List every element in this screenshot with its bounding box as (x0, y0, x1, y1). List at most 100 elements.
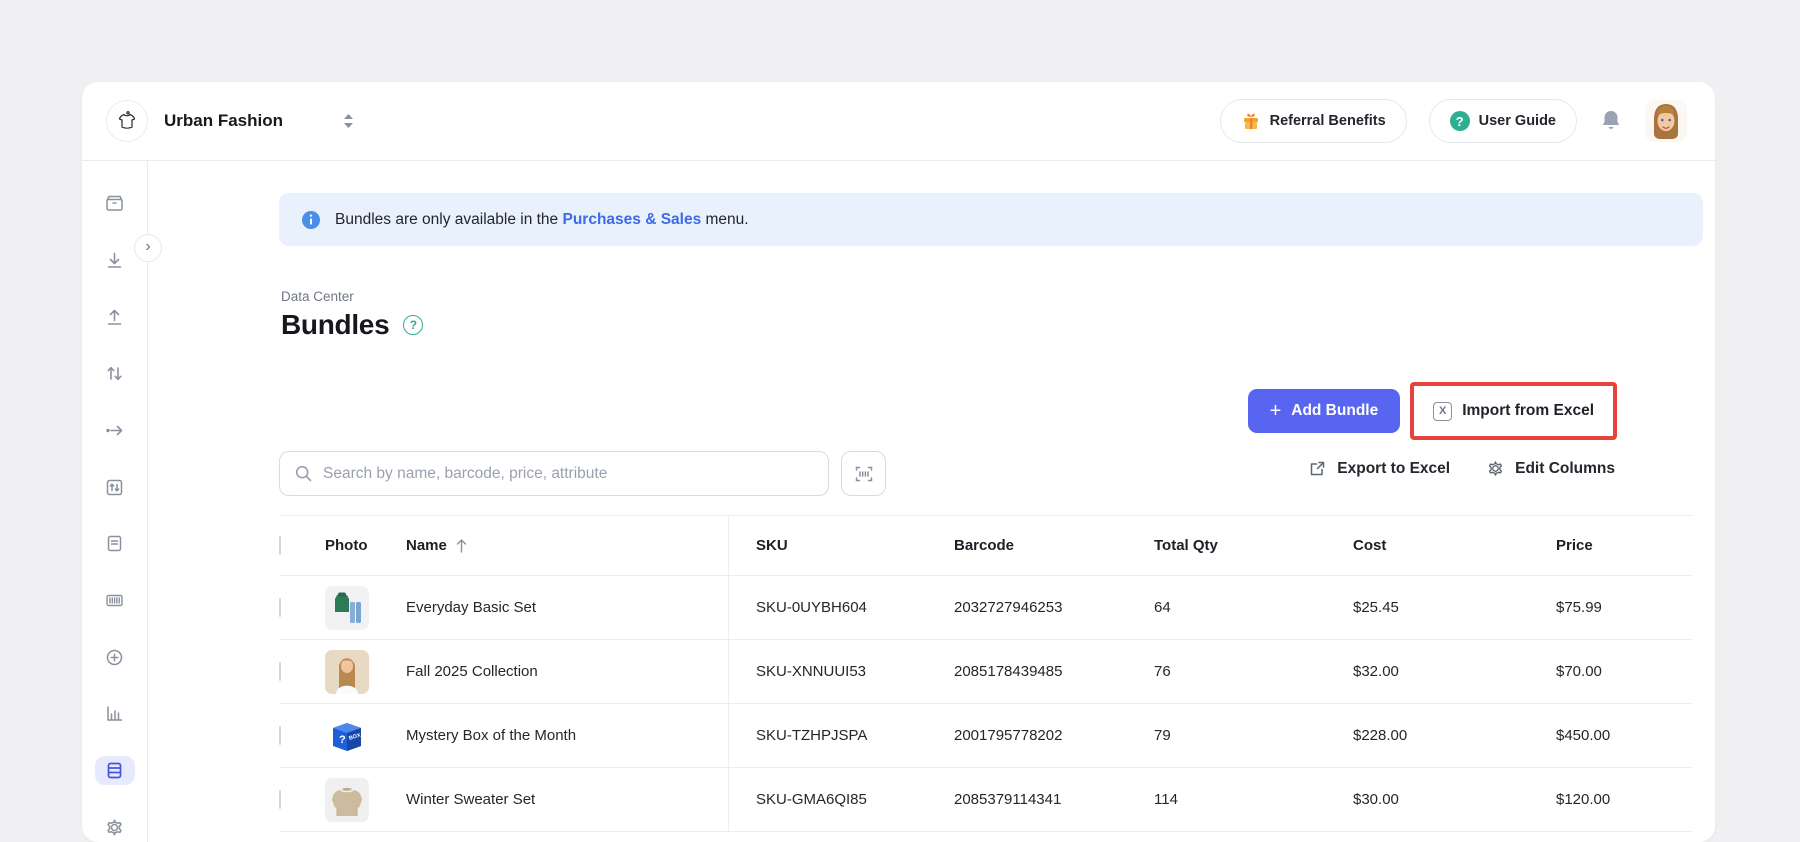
bundle-photo-woman-in-white-top (325, 650, 369, 694)
user-guide-label: User Guide (1479, 113, 1556, 129)
column-header-sku[interactable]: SKU (756, 537, 954, 554)
sidebar-item-transfer[interactable] (95, 359, 135, 389)
row-checkbox[interactable] (279, 662, 281, 681)
sidebar-item-data-center[interactable] (95, 756, 135, 786)
dot-arrow-right-icon (104, 420, 125, 441)
table-row[interactable]: Everyday Basic Set SKU-0UYBH604 20327279… (279, 576, 1692, 640)
sidebar-item-adjustments[interactable] (95, 472, 135, 502)
bundle-cost: $32.00 (1353, 663, 1556, 680)
package-icon (104, 193, 125, 214)
add-bundle-button[interactable]: + Add Bundle (1248, 389, 1401, 433)
arrows-up-down-icon (104, 363, 125, 384)
export-to-excel-button[interactable]: Export to Excel (1308, 459, 1450, 478)
sidebar-item-add-new[interactable] (95, 642, 135, 672)
sidebar-item-barcodes[interactable] (95, 586, 135, 616)
table-row[interactable]: Fall 2025 Collection SKU-XNNUUI53 208517… (279, 640, 1692, 704)
sidebar-item-returns[interactable] (95, 416, 135, 446)
sidebar-item-reports[interactable] (95, 699, 135, 729)
question-circle-icon: ? (1450, 111, 1470, 131)
column-header-cost[interactable]: Cost (1353, 537, 1556, 554)
table-row[interactable]: Winter Sweater Set SKU-GMA6QI85 20853791… (279, 768, 1692, 832)
bundle-name: Winter Sweater Set (406, 791, 756, 808)
sidebar-item-orders[interactable] (95, 189, 135, 219)
select-all-checkbox[interactable] (279, 536, 281, 555)
column-header-photo[interactable]: Photo (325, 537, 406, 554)
sidebar-item-ship[interactable] (95, 302, 135, 332)
help-icon[interactable]: ? (403, 315, 423, 335)
row-checkbox[interactable] (279, 726, 281, 745)
plus-icon: + (1270, 401, 1282, 421)
bundle-photo-beige-knit-sweater (325, 778, 369, 822)
excel-icon: X (1433, 402, 1452, 421)
bundle-photo-blue-mystery-box: ? BOX (325, 714, 369, 758)
sidebar-collapse-button[interactable]: › (134, 234, 162, 262)
bundle-total-qty: 114 (1154, 791, 1353, 808)
download-icon (104, 250, 125, 271)
bundle-photo-green-hoodie-and-jeans (325, 586, 369, 630)
database-icon (104, 760, 125, 781)
plus-circle-icon (104, 647, 125, 668)
page-title: Bundles (281, 309, 389, 341)
table-header-row: Photo Name SKU Barcode Total Qty Cost Pr… (279, 515, 1692, 576)
search-box (279, 451, 829, 496)
upload-icon (104, 307, 125, 328)
column-header-total-qty[interactable]: Total Qty (1154, 537, 1353, 554)
notifications-bell-icon[interactable] (1599, 108, 1623, 134)
bundle-total-qty: 64 (1154, 599, 1353, 616)
tshirt-icon (115, 109, 139, 133)
barcode-icon (104, 590, 125, 611)
bundle-barcode: 2032727946253 (954, 599, 1154, 616)
sidebar-item-documents[interactable] (95, 529, 135, 559)
info-icon (301, 210, 321, 230)
barcode-scan-button[interactable] (841, 451, 886, 496)
bundle-cost: $25.45 (1353, 599, 1556, 616)
purchases-sales-link[interactable]: Purchases & Sales (562, 211, 701, 228)
bar-chart-icon (104, 703, 125, 724)
import-from-excel-button[interactable]: X Import from Excel (1417, 389, 1610, 433)
sidebar-item-settings[interactable] (95, 812, 135, 842)
bundle-sku: SKU-GMA6QI85 (756, 791, 954, 808)
bundle-cost: $228.00 (1353, 727, 1556, 744)
main-window: Urban Fashion Referral Benefits ? (82, 82, 1715, 842)
sidebar-item-receive[interactable] (95, 246, 135, 276)
referral-benefits-button[interactable]: Referral Benefits (1220, 99, 1407, 143)
chevron-down-icon (343, 122, 354, 129)
edit-columns-button[interactable]: Edit Columns (1486, 459, 1615, 478)
bundle-cost: $30.00 (1353, 791, 1556, 808)
column-header-price[interactable]: Price (1556, 537, 1692, 554)
bundle-name: Mystery Box of the Month (406, 727, 756, 744)
column-header-name[interactable]: Name (406, 537, 756, 554)
bundles-table: Photo Name SKU Barcode Total Qty Cost Pr… (279, 515, 1692, 832)
user-guide-button[interactable]: ? User Guide (1429, 99, 1577, 143)
row-checkbox[interactable] (279, 598, 281, 617)
breadcrumb: Data Center (281, 289, 354, 304)
chevron-right-icon: › (145, 239, 150, 255)
referral-benefits-label: Referral Benefits (1270, 113, 1386, 129)
gear-icon (1486, 459, 1505, 478)
column-header-barcode[interactable]: Barcode (954, 537, 1154, 554)
top-header: Urban Fashion Referral Benefits ? (82, 82, 1715, 161)
sidebar-nav (82, 161, 148, 842)
bundle-price: $75.99 (1556, 599, 1692, 616)
bundle-name: Fall 2025 Collection (406, 663, 756, 680)
table-row[interactable]: ? BOX Mystery Box of the Month SKU-TZHPJ… (279, 704, 1692, 768)
bundle-sku: SKU-0UYBH604 (756, 599, 954, 616)
row-checkbox[interactable] (279, 790, 281, 809)
highlight-annotation: X Import from Excel (1410, 382, 1617, 440)
sort-asc-icon (455, 538, 468, 554)
document-icon (104, 533, 125, 554)
chevron-up-icon (343, 113, 354, 120)
bundle-price: $70.00 (1556, 663, 1692, 680)
search-icon (294, 464, 313, 483)
workspace-switcher[interactable] (343, 113, 354, 129)
banner-text: Bundles are only available in the Purcha… (335, 211, 749, 229)
user-avatar[interactable] (1645, 100, 1687, 142)
export-icon (1308, 459, 1327, 478)
main-content: Bundles are only available in the Purcha… (197, 161, 1715, 842)
barcode-scan-icon (854, 464, 874, 484)
search-input[interactable] (323, 465, 814, 483)
workspace-logo[interactable] (106, 100, 148, 142)
info-banner: Bundles are only available in the Purcha… (279, 193, 1703, 246)
bundle-sku: SKU-XNNUUI53 (756, 663, 954, 680)
bundle-barcode: 2085379114341 (954, 791, 1154, 808)
